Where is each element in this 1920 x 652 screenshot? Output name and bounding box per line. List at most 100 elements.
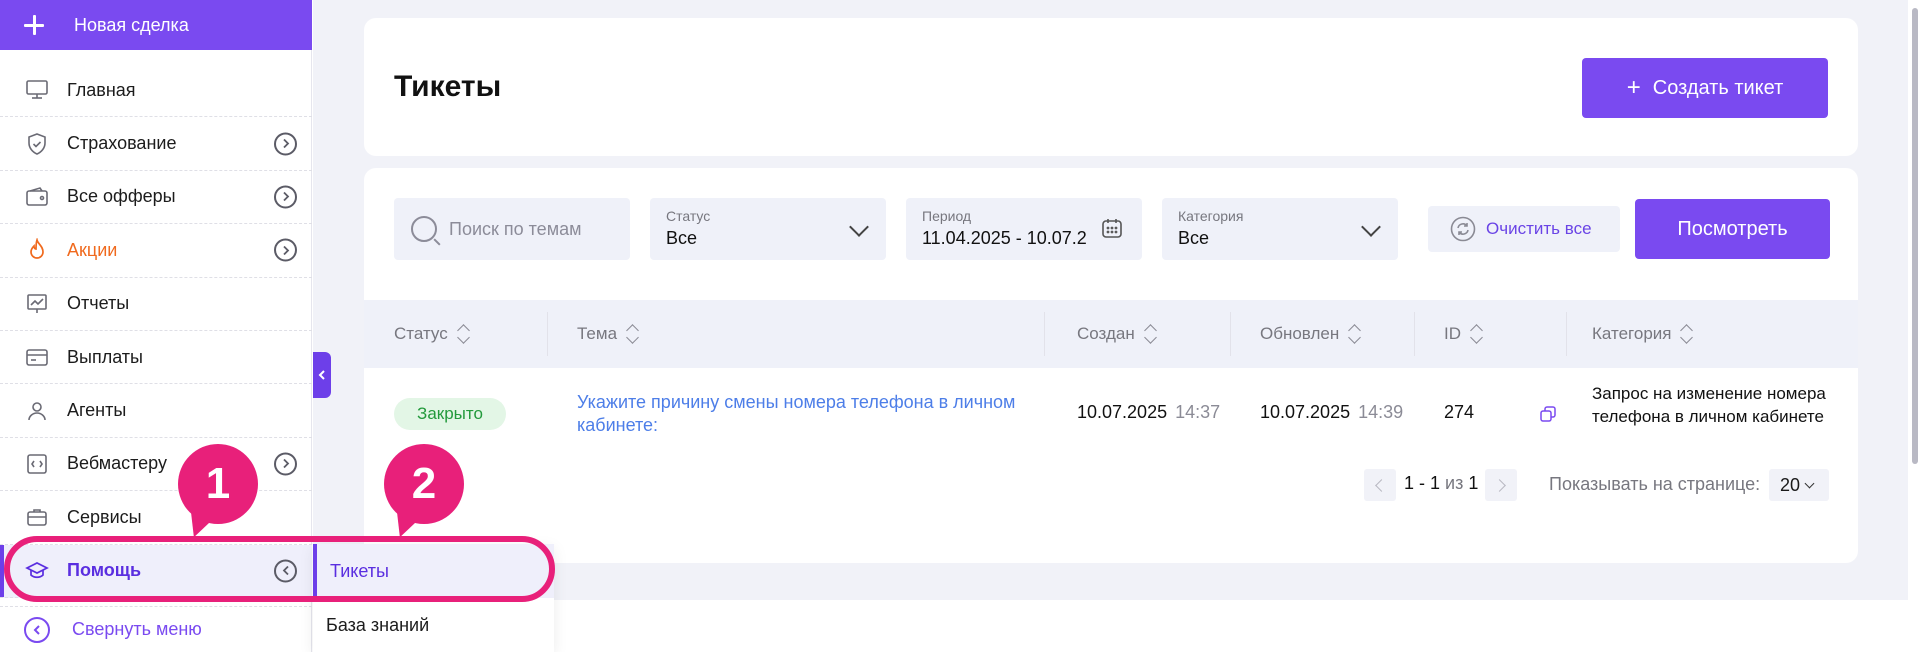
page-title: Тикеты: [394, 70, 502, 103]
column-label: Категория: [1592, 324, 1672, 343]
category-select[interactable]: Категория Все: [1162, 198, 1398, 260]
tickets-card: Поиск по темам Статус Все Период 11.04.2…: [364, 168, 1858, 563]
column-label: Тема: [577, 324, 618, 343]
column-header-id[interactable]: ID: [1444, 300, 1483, 368]
sort-icon: [1679, 323, 1693, 345]
column-header-updated[interactable]: Обновлен: [1260, 300, 1361, 368]
column-divider: [547, 312, 548, 356]
status-select[interactable]: Статус Все: [650, 198, 886, 260]
calendar-icon: [1102, 219, 1122, 238]
callout-2: 2: [384, 444, 464, 524]
new-deal-button[interactable]: Новая сделка: [0, 0, 312, 50]
sidebar-item-label: Вебмастеру: [67, 453, 167, 474]
ticket-category: Запрос на изменение номера телефона в ли…: [1592, 384, 1826, 426]
chevron-right-icon[interactable]: [274, 132, 297, 156]
sidebar-toggle-tab[interactable]: [313, 352, 331, 398]
period-label: Период: [922, 208, 972, 224]
table-row[interactable]: Закрыто Укажите причину смены номера тел…: [364, 368, 1858, 458]
scrollbar[interactable]: [1908, 0, 1920, 652]
chevron-right-icon[interactable]: [274, 238, 297, 262]
sidebar-menu: Главная Страхование Все офферы Акции Отч…: [0, 64, 312, 598]
column-divider: [1230, 312, 1231, 356]
column-header-status[interactable]: Статус: [394, 300, 470, 368]
refresh-icon: [1450, 216, 1476, 242]
column-label: Обновлен: [1260, 324, 1340, 343]
table-header: Статус Тема Создан Обновлен ID Категория: [364, 300, 1858, 368]
sidebar-item-promotions[interactable]: Акции: [0, 224, 312, 278]
per-page-value: 20: [1780, 474, 1801, 495]
sidebar-item-label: Главная: [67, 79, 136, 100]
user-icon: [24, 398, 50, 424]
search-icon: [411, 216, 437, 242]
scrollbar-thumb[interactable]: [1912, 8, 1918, 464]
prev-page-button[interactable]: [1364, 469, 1396, 501]
chevron-left-icon: [1375, 478, 1388, 492]
sidebar-item-webmaster[interactable]: Вебмастеру: [0, 438, 312, 492]
per-page-select[interactable]: 20: [1769, 469, 1829, 501]
category-select-value: Все: [1178, 228, 1210, 248]
sidebar-item-insurance[interactable]: Страхование: [0, 117, 312, 171]
sort-icon: [456, 323, 470, 345]
chevron-right-icon[interactable]: [274, 185, 297, 209]
fire-icon: [24, 237, 50, 263]
search-placeholder: Поиск по темам: [449, 218, 582, 239]
sort-icon: [1143, 323, 1157, 345]
clear-all-button[interactable]: Очистить все: [1428, 206, 1620, 252]
column-divider: [1566, 312, 1567, 356]
column-divider: [1414, 312, 1415, 356]
ticket-topic-link[interactable]: Укажите причину смены номера телефона в …: [577, 391, 1017, 437]
briefcase-icon: [24, 504, 50, 530]
new-deal-label: Новая сделка: [74, 14, 189, 35]
page-range: 1 - 1 из 1: [1404, 473, 1478, 494]
filters-bar: Поиск по темам Статус Все Период 11.04.2…: [364, 168, 1858, 298]
period-picker[interactable]: Период 11.04.2025 - 10.07.2025: [906, 198, 1142, 260]
chevron-down-icon: [1804, 478, 1815, 488]
page-total: 1: [1468, 473, 1479, 493]
create-ticket-label: Создать тикет: [1652, 76, 1784, 99]
sidebar-item-label: Сервисы: [67, 506, 142, 527]
updated-date: 10.07.2025: [1260, 402, 1351, 422]
per-page-label: Показывать на странице:: [1549, 474, 1761, 494]
create-ticket-button[interactable]: + Создать тикет: [1582, 58, 1828, 118]
plus-icon: +: [1626, 74, 1641, 101]
collapse-menu-button[interactable]: Свернуть меню: [0, 606, 312, 652]
column-label: Создан: [1077, 324, 1135, 343]
plus-icon: [22, 13, 46, 37]
created-cell: 10.07.2025 14:37: [1077, 402, 1220, 423]
chevron-left-icon: [318, 370, 325, 380]
sidebar-item-home[interactable]: Главная: [0, 64, 312, 118]
column-divider: [1044, 312, 1045, 356]
column-label: Статус: [394, 324, 448, 343]
sidebar-item-agents[interactable]: Агенты: [0, 384, 312, 438]
status-select-value: Все: [666, 228, 698, 248]
sidebar-item-label: Агенты: [67, 400, 127, 421]
next-page-button[interactable]: [1485, 469, 1517, 501]
chevron-right-icon: [1493, 478, 1506, 492]
view-button[interactable]: Посмотреть: [1635, 199, 1830, 259]
sidebar-item-offers[interactable]: Все офферы: [0, 171, 312, 225]
page-header-card: Тикеты + Создать тикет: [364, 18, 1858, 156]
chevron-right-icon[interactable]: [274, 452, 297, 476]
webmaster-icon: [24, 451, 50, 477]
chart-board-icon: [24, 291, 50, 317]
pagination: 1 - 1 из 1 Показывать на странице: 20: [364, 469, 1858, 501]
status-badge: Закрыто: [394, 398, 506, 430]
sidebar-item-payments[interactable]: Выплаты: [0, 331, 312, 385]
monitor-icon: [24, 77, 50, 103]
column-header-topic[interactable]: Тема: [577, 300, 639, 368]
copy-icon[interactable]: [1539, 405, 1557, 423]
sort-icon: [1347, 323, 1361, 345]
sidebar-item-reports[interactable]: Отчеты: [0, 278, 312, 331]
callout-1: 1: [178, 444, 258, 524]
updated-time: 14:39: [1358, 402, 1404, 422]
column-header-created[interactable]: Создан: [1077, 300, 1157, 368]
search-input[interactable]: Поиск по темам: [394, 198, 630, 260]
collapse-menu-label: Свернуть меню: [72, 619, 202, 639]
sort-icon: [1469, 323, 1483, 345]
status-select-label: Статус: [666, 208, 711, 224]
column-header-category[interactable]: Категория: [1592, 300, 1693, 368]
highlight-ring: [4, 536, 555, 602]
updated-cell: 10.07.2025 14:39: [1260, 402, 1403, 423]
submenu-item-knowledge-base[interactable]: База знаний: [313, 598, 554, 652]
created-time: 14:37: [1175, 402, 1221, 422]
